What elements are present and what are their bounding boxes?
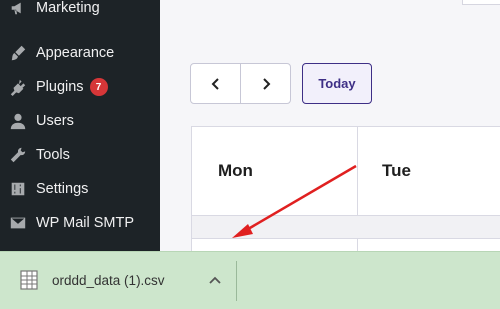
sidebar-item-label: Settings [36,181,89,197]
sidebar-item-tools[interactable]: Tools [0,138,160,172]
download-divider [236,261,237,301]
prev-button[interactable] [191,64,240,103]
sidebar-item-users[interactable]: Users [0,104,160,138]
sidebar-item-label: Plugins [36,79,84,95]
sliders-icon [8,179,28,199]
sidebar-item-marketing[interactable]: Marketing [0,0,160,25]
sidebar-item-settings[interactable]: Settings [0,172,160,206]
all-day-row[interactable] [192,216,500,238]
chevron-up-icon[interactable] [206,271,224,289]
today-button[interactable]: Today [302,63,372,104]
day-header-tue: Tue [382,161,411,180]
sidebar-item-label: Marketing [36,0,100,16]
day-header-mon: Mon [218,161,253,180]
top-panel-edge [462,0,500,5]
admin-sidebar: Marketing Appearance Plugins 7 Users Too… [0,0,160,251]
megaphone-icon [8,0,28,18]
plugin-icon [8,77,28,97]
download-file-name: orddd_data (1).csv [52,272,165,288]
download-item[interactable]: orddd_data (1).csv [14,260,236,300]
sidebar-item-label: Users [36,113,74,129]
sidebar-item-wp-mail-smtp[interactable]: WP Mail SMTP [0,206,160,240]
download-bar: orddd_data (1).csv [0,251,500,309]
user-icon [8,111,28,131]
calendar-nav-group [190,63,291,104]
next-button[interactable] [240,64,290,103]
sidebar-item-label: Appearance [36,45,115,61]
chevron-left-icon [211,77,219,90]
sidebar-item-label: WP Mail SMTP [36,215,135,231]
chevron-right-icon [262,77,270,90]
sidebar-item-plugins[interactable]: Plugins 7 [0,70,160,104]
wrench-icon [8,145,28,165]
paintbrush-icon [8,43,28,63]
sidebar-item-appearance[interactable]: Appearance [0,36,160,70]
calendar-grid: Mon Tue [191,126,500,257]
sidebar-item-label: Tools [36,147,70,163]
update-count-badge: 7 [89,78,108,96]
envelope-icon [8,213,28,233]
spreadsheet-icon [20,270,38,290]
row-divider [192,238,500,239]
